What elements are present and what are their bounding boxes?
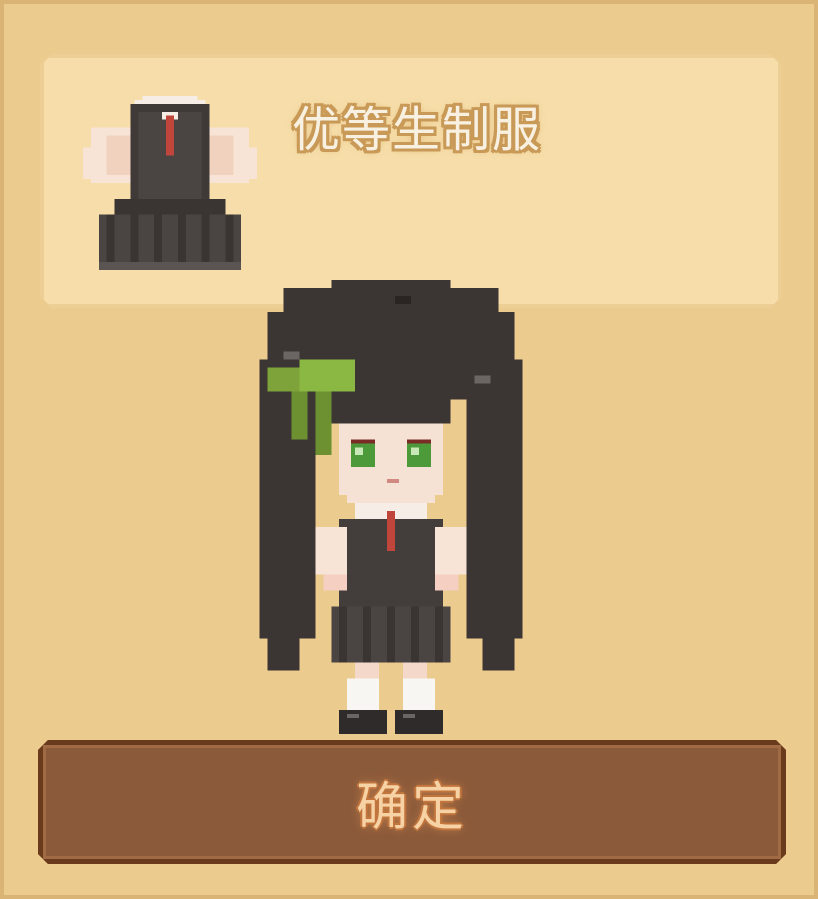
outfit-dialog: 优等生制服 确定 bbox=[0, 0, 818, 899]
school-uniform-icon bbox=[82, 95, 258, 271]
item-name: 优等生制服 bbox=[292, 102, 543, 158]
confirm-button-label: 确定 bbox=[355, 777, 468, 838]
girl-character bbox=[259, 279, 523, 735]
confirm-button[interactable]: 确定 bbox=[38, 740, 786, 864]
